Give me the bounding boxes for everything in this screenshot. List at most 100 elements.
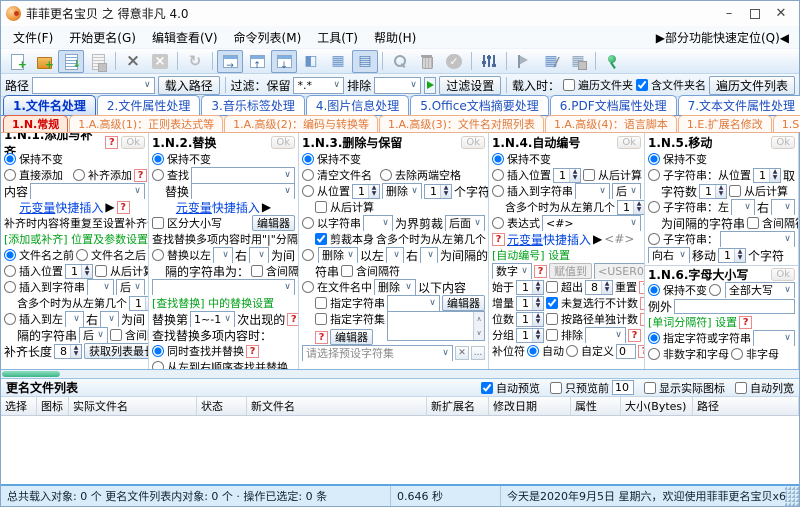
custom-pad-radio[interactable]: 自定义	[566, 343, 614, 359]
edit-table-button[interactable]	[538, 50, 564, 73]
ok-button[interactable]: Ok	[271, 136, 295, 149]
from-end-checkbox[interactable]: 从后计算	[95, 263, 148, 279]
dropdown-icon[interactable]	[255, 250, 268, 260]
content-combobox[interactable]	[30, 183, 145, 199]
substring-radio[interactable]: 子字符串：	[648, 231, 718, 247]
help-icon[interactable]: ?	[739, 315, 753, 329]
direction-combobox[interactable]: 向右	[648, 247, 690, 263]
close-icon[interactable]	[774, 6, 788, 21]
exclude-checkbox[interactable]: 排除	[546, 327, 583, 343]
sep-replace-combobox[interactable]	[152, 279, 295, 295]
maximize-icon[interactable]	[750, 9, 760, 19]
dropdown-icon[interactable]	[70, 314, 83, 324]
col-new-ext[interactable]: 新扩展名	[427, 397, 489, 415]
insert-pos-radio[interactable]: 插入位置	[492, 167, 551, 183]
col-select[interactable]: 选择	[1, 397, 37, 415]
exclude-combobox[interactable]	[585, 327, 626, 343]
sequential-radio[interactable]: 从左到右顺序查找并替换	[152, 359, 288, 369]
menu-rename[interactable]: 开始更名(G)	[61, 27, 144, 48]
tab-image-info[interactable]: 4.图片信息处理	[305, 95, 410, 115]
apply-filter-button[interactable]	[424, 76, 437, 94]
from-end-checkbox[interactable]: 从后计算	[315, 199, 374, 215]
col-size[interactable]: 大小(Bytes)	[621, 397, 693, 415]
spinner-arrows[interactable]	[532, 312, 543, 326]
keep-radio[interactable]: 保持不变	[4, 151, 63, 167]
charset-checkbox[interactable]: 指定字符集	[315, 311, 385, 327]
dropdown-icon[interactable]	[741, 202, 754, 212]
number-tag[interactable]: <#>	[604, 232, 634, 246]
filter-keep-combobox[interactable]: *.*	[293, 76, 345, 94]
left-sep-combobox[interactable]	[213, 247, 233, 263]
dropdown-icon[interactable]	[141, 80, 154, 90]
dropdown-icon[interactable]	[344, 250, 357, 260]
keep-radio[interactable]: 保持不变	[302, 151, 361, 167]
clear-charset-button[interactable]: ✕	[455, 346, 469, 360]
tab-music-tag[interactable]: 3.音乐标签处理	[201, 95, 305, 115]
exceed-stepper[interactable]: 8	[585, 279, 613, 295]
spinner-arrows[interactable]	[601, 280, 612, 294]
flag-button[interactable]	[511, 50, 537, 73]
dropdown-icon[interactable]	[424, 250, 437, 260]
dropdown-icon[interactable]	[627, 218, 640, 228]
charset-textarea[interactable]	[387, 311, 485, 341]
boundary-combobox[interactable]	[363, 215, 393, 231]
refresh-button[interactable]	[182, 50, 208, 73]
auto-preview-checkbox[interactable]: 自动预览	[481, 380, 540, 396]
tab-text-file[interactable]: 7.文本文件属性处理	[677, 95, 800, 115]
left-sep-combobox[interactable]	[65, 311, 84, 327]
start-stepper[interactable]: 1	[516, 279, 544, 295]
replace-combobox[interactable]	[191, 183, 295, 199]
group-stepper[interactable]: 1	[516, 327, 544, 343]
ok-button[interactable]: Ok	[771, 267, 795, 281]
word-sep-combobox[interactable]	[753, 330, 795, 346]
preview-first-checkbox[interactable]: 只预览前	[550, 380, 634, 396]
custom-pad-input[interactable]	[616, 343, 636, 359]
dropdown-icon[interactable]	[105, 314, 118, 324]
subtab-special[interactable]: 1.S.特定类型文件名修改	[772, 115, 800, 132]
right-sep-combobox[interactable]	[100, 311, 119, 327]
pad-length-stepper[interactable]: 8	[54, 343, 83, 359]
dropdown-icon[interactable]	[676, 250, 689, 260]
dropdown-icon[interactable]	[131, 186, 144, 196]
dropdown-icon[interactable]	[439, 348, 452, 358]
user-var-combobox[interactable]: <USER0>	[594, 263, 644, 279]
help-icon[interactable]: ?	[315, 330, 328, 344]
case-mode-combobox[interactable]: 全部大写	[725, 282, 795, 298]
insert-pos-radio[interactable]: 插入位置	[4, 263, 63, 279]
insert-pos-stepper[interactable]: 1	[65, 263, 93, 279]
panel-up-button[interactable]	[244, 50, 270, 75]
menu-file[interactable]: 文件(F)	[5, 27, 61, 48]
keep-radio[interactable]: 保持不变	[492, 151, 551, 167]
case-sensitive-checkbox[interactable]: 区分大小写	[152, 215, 222, 231]
dropdown-icon[interactable]	[627, 186, 640, 196]
dropdown-icon[interactable]	[518, 266, 531, 276]
load-list-button[interactable]	[58, 49, 84, 73]
ok-button[interactable]: Ok	[617, 136, 641, 149]
help-icon[interactable]: ?	[640, 312, 644, 326]
help-icon[interactable]: ?	[246, 344, 259, 358]
menu-quick-locate[interactable]: ▶部分功能快速定位(Q)◀	[650, 27, 795, 48]
subtab-normal[interactable]: 1.N.常规	[3, 115, 69, 132]
dropdown-icon[interactable]	[281, 186, 294, 196]
dropdown-icon[interactable]	[407, 80, 420, 90]
simultaneous-radio[interactable]: 同时查找并替换	[152, 343, 244, 359]
scrollbar-thumb[interactable]	[2, 371, 60, 377]
tab-file-attr[interactable]: 2.文件属性处理	[96, 95, 201, 115]
include-folder-name-checkbox[interactable]: 含文件夹名	[635, 77, 706, 93]
dropdown-icon[interactable]	[219, 250, 232, 260]
side-combobox[interactable]: 后	[79, 327, 109, 343]
spinner-arrows[interactable]	[715, 184, 727, 198]
include-sep-checkbox[interactable]: 含间隔符	[251, 263, 298, 279]
target-string-combobox[interactable]	[87, 279, 114, 295]
non-alpha-radio[interactable]: 非字母	[731, 346, 779, 362]
right-sep-combobox[interactable]	[420, 247, 439, 263]
after-name-radio[interactable]: 文件名之后	[76, 247, 146, 263]
col-new-name[interactable]: 新文件名	[247, 397, 427, 415]
dropdown-icon[interactable]	[221, 314, 234, 324]
traverse-folders-checkbox[interactable]: 遍历文件夹	[562, 77, 633, 93]
dropdown-icon[interactable]	[408, 186, 421, 196]
subtab-extension[interactable]: 1.E.扩展名修改	[677, 115, 772, 132]
spinner-arrows[interactable]	[368, 184, 379, 198]
dropdown-icon[interactable]	[426, 298, 439, 308]
left-sep-combobox[interactable]	[731, 199, 755, 215]
